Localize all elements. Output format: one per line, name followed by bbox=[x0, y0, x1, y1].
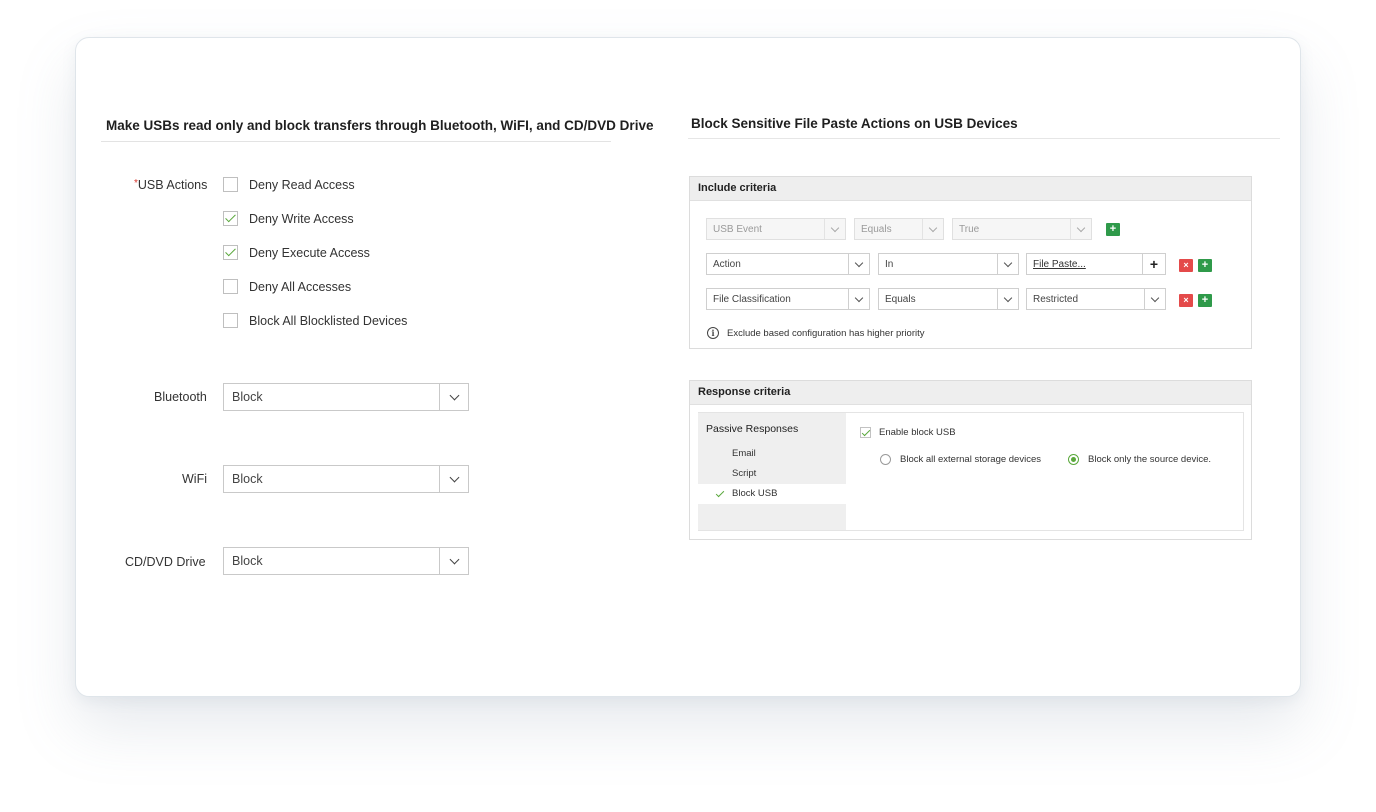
passive-responses-title: Passive Responses bbox=[706, 423, 799, 435]
operator-value: In bbox=[885, 258, 894, 270]
wifi-label: WiFi bbox=[182, 472, 207, 486]
deny-write-checkbox[interactable] bbox=[223, 211, 238, 226]
block-blocklisted-checkbox[interactable] bbox=[223, 313, 238, 328]
check-icon bbox=[715, 488, 725, 498]
chevron-down-icon[interactable] bbox=[997, 254, 1018, 274]
response-criteria-panel: Response criteria Passive Responses Emai… bbox=[689, 380, 1252, 540]
priority-note: i Exclude based configuration has higher… bbox=[707, 327, 925, 339]
block-blocklisted-option[interactable]: Block All Blocklisted Devices bbox=[223, 313, 407, 328]
field-value: Action bbox=[713, 258, 741, 270]
action-value-input[interactable]: File Paste... + bbox=[1026, 253, 1166, 275]
block-all-storage-option[interactable]: Block all external storage devices bbox=[880, 454, 1041, 465]
deny-read-option[interactable]: Deny Read Access bbox=[223, 177, 355, 192]
action-field-select[interactable]: Action bbox=[706, 253, 870, 275]
value-text: Restricted bbox=[1033, 293, 1079, 305]
usb-actions-label-text: USB Actions bbox=[137, 178, 208, 192]
section-divider bbox=[688, 138, 1280, 139]
add-value-icon[interactable]: + bbox=[1142, 254, 1165, 274]
chevron-down-icon[interactable] bbox=[439, 466, 468, 492]
deny-read-label: Deny Read Access bbox=[249, 177, 355, 192]
chevron-down-icon[interactable] bbox=[848, 254, 869, 274]
classification-field-select[interactable]: File Classification bbox=[706, 288, 870, 310]
response-item-block-usb[interactable]: Block USB bbox=[698, 484, 846, 504]
deny-execute-label: Deny Execute Access bbox=[249, 245, 370, 260]
chevron-down-icon[interactable] bbox=[1144, 289, 1165, 309]
action-operator-select[interactable]: In bbox=[878, 253, 1019, 275]
deny-execute-checkbox[interactable] bbox=[223, 245, 238, 260]
block-source-device-radio[interactable] bbox=[1068, 454, 1079, 465]
classification-value-select[interactable]: Restricted bbox=[1026, 288, 1166, 310]
remove-criteria-button[interactable]: × bbox=[1179, 259, 1193, 272]
chevron-down-icon[interactable] bbox=[824, 219, 845, 239]
wifi-select[interactable]: Block bbox=[223, 465, 469, 493]
cd-dvd-label: CD/DVD Drive bbox=[125, 555, 206, 569]
usb-event-field-select[interactable]: USB Event bbox=[706, 218, 846, 240]
enable-block-usb-checkbox[interactable] bbox=[860, 427, 871, 438]
include-criteria-panel: Include criteria USB Event Equals True +… bbox=[689, 176, 1252, 349]
chevron-down-icon[interactable] bbox=[1070, 219, 1091, 239]
deny-all-option[interactable]: Deny All Accesses bbox=[223, 279, 351, 294]
add-criteria-button[interactable]: + bbox=[1106, 223, 1120, 236]
bluetooth-label: Bluetooth bbox=[154, 390, 207, 404]
response-item-email[interactable]: Email bbox=[732, 448, 756, 459]
classification-operator-select[interactable]: Equals bbox=[878, 288, 1019, 310]
deny-write-label: Deny Write Access bbox=[249, 211, 354, 226]
enable-block-usb-option[interactable]: Enable block USB bbox=[860, 427, 956, 438]
block-source-device-option[interactable]: Block only the source device. bbox=[1068, 454, 1211, 465]
priority-note-text: Exclude based configuration has higher p… bbox=[727, 327, 925, 339]
chevron-down-icon[interactable] bbox=[439, 384, 468, 410]
paste-section-title: Block Sensitive File Paste Actions on US… bbox=[691, 116, 1018, 131]
enable-block-usb-label: Enable block USB bbox=[879, 427, 956, 438]
add-criteria-button[interactable]: + bbox=[1198, 294, 1212, 307]
usb-actions-label: *USB Actions bbox=[134, 178, 207, 192]
info-icon: i bbox=[707, 327, 719, 339]
field-value: USB Event bbox=[713, 223, 762, 235]
usb-event-operator-select[interactable]: Equals bbox=[854, 218, 944, 240]
bluetooth-select[interactable]: Block bbox=[223, 383, 469, 411]
include-criteria-header: Include criteria bbox=[690, 177, 1251, 201]
deny-all-checkbox[interactable] bbox=[223, 279, 238, 294]
remove-criteria-button[interactable]: × bbox=[1179, 294, 1193, 307]
wifi-value: Block bbox=[232, 472, 263, 486]
block-all-storage-radio[interactable] bbox=[880, 454, 891, 465]
response-item-script[interactable]: Script bbox=[732, 468, 756, 479]
chevron-down-icon[interactable] bbox=[997, 289, 1018, 309]
value-text: True bbox=[959, 223, 980, 235]
block-all-storage-label: Block all external storage devices bbox=[900, 454, 1041, 465]
usb-event-value-select[interactable]: True bbox=[952, 218, 1092, 240]
block-usb-label: Block USB bbox=[732, 488, 778, 499]
add-criteria-button[interactable]: + bbox=[1198, 259, 1212, 272]
cd-dvd-value: Block bbox=[232, 554, 263, 568]
field-value: File Classification bbox=[713, 293, 791, 305]
operator-value: Equals bbox=[885, 293, 916, 305]
passive-responses-sidebar: Passive Responses Email Script Block USB bbox=[698, 413, 846, 530]
usb-section-title: Make USBs read only and block transfers … bbox=[106, 118, 654, 133]
deny-read-checkbox[interactable] bbox=[223, 177, 238, 192]
block-source-device-label: Block only the source device. bbox=[1088, 454, 1212, 465]
chevron-down-icon[interactable] bbox=[848, 289, 869, 309]
deny-all-label: Deny All Accesses bbox=[249, 279, 352, 294]
chevron-down-icon[interactable] bbox=[922, 219, 943, 239]
response-criteria-header: Response criteria bbox=[690, 381, 1251, 405]
bluetooth-value: Block bbox=[232, 390, 263, 404]
cd-dvd-select[interactable]: Block bbox=[223, 547, 469, 575]
block-blocklisted-label: Block All Blocklisted Devices bbox=[249, 313, 408, 328]
file-paste-link[interactable]: File Paste... bbox=[1027, 259, 1142, 270]
chevron-down-icon[interactable] bbox=[439, 548, 468, 574]
main-card: Make USBs read only and block transfers … bbox=[75, 37, 1301, 697]
deny-write-option[interactable]: Deny Write Access bbox=[223, 211, 354, 226]
operator-value: Equals bbox=[861, 223, 892, 235]
deny-execute-option[interactable]: Deny Execute Access bbox=[223, 245, 370, 260]
section-divider bbox=[101, 141, 611, 142]
